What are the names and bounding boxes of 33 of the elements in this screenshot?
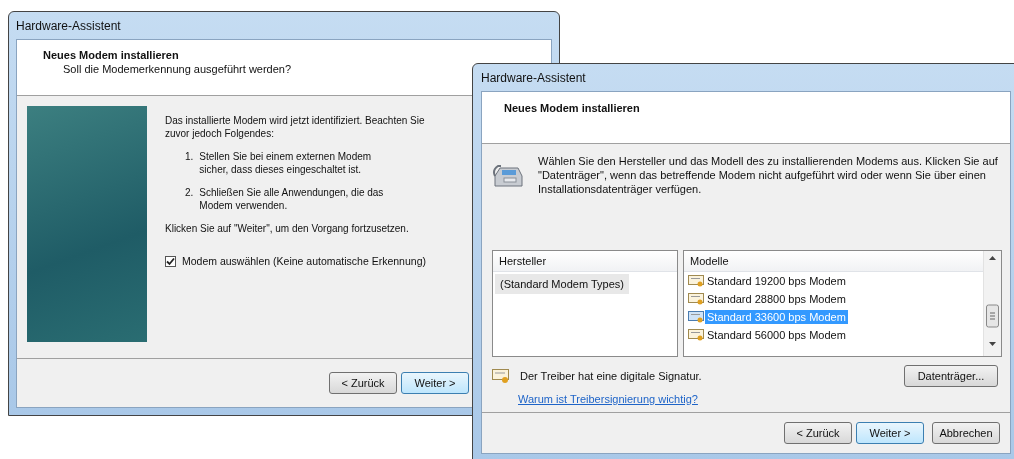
list-item[interactable]: Standard 28800 bps Modem [705,292,848,306]
certificate-icon [688,292,704,306]
list-item[interactable]: Standard 56000 bps Modem [705,328,848,342]
wizard-subheading: Soll die Modemerkennung ausgeführt werden? [63,63,293,75]
wizard-heading: Neues Modem installieren [504,102,641,114]
window-title: Hardware-Assistent [481,70,586,85]
checkbox-label[interactable]: Modem auswählen (Keine automatische Erkennung) [182,255,426,267]
step-text: Schließen Sie alle Anwendungen, die das Modem verwenden. [199,186,385,212]
wizard-button[interactable]: Weiter > [401,372,469,394]
list-item[interactable]: Standard 19200 bps Modem [705,274,848,288]
checkbox[interactable] [165,255,176,267]
certificate-icon [688,310,704,324]
wizard-button[interactable]: Weiter > [856,422,924,444]
certificate-icon [688,274,704,288]
certificate-icon [492,368,510,384]
step-number: 2. [185,186,194,200]
intro-text: Wählen Sie den Hersteller und das Modell des zu installierenden Modems aus. Klicken Sie auf "Datenträger", wenn das betreffende Modem nicht aufgeführt wird oder wenn Sie über einen Installationsdatenträger verfügen. [538,154,999,197]
step-text: Stellen Sie bei einem externen Modem sicher, dass dieses eingeschaltet ist. [199,150,373,176]
fax-machine-icon [492,162,524,190]
step-number: 1. [185,150,194,164]
scrollbar[interactable] [983,251,1001,356]
wizard-button[interactable]: Abbrechen [932,422,1000,444]
signature-text: Der Treiber hat eine digitale Signatur. [520,370,703,382]
disk-button[interactable]: Datenträger... [904,365,998,387]
wizard-heading: Neues Modem installieren [43,49,180,61]
instruction-text: Klicken Sie auf "Weiter", um den Vorgang fortzusetzen. [165,222,410,235]
intro-text: Das installierte Modem wird jetzt identifiziert. Beachten Sie zuvor jedoch Folgendes: [165,114,426,140]
window-title: Hardware-Assistent [16,18,121,33]
wizard-button[interactable]: < Zurück [329,372,397,394]
wizard-button[interactable]: < Zurück [784,422,852,444]
certificate-icon [688,328,704,342]
help-link[interactable]: Warum ist Treibersignierung wichtig? [518,393,698,405]
list-item[interactable]: (Standard Modem Types) [495,274,629,294]
